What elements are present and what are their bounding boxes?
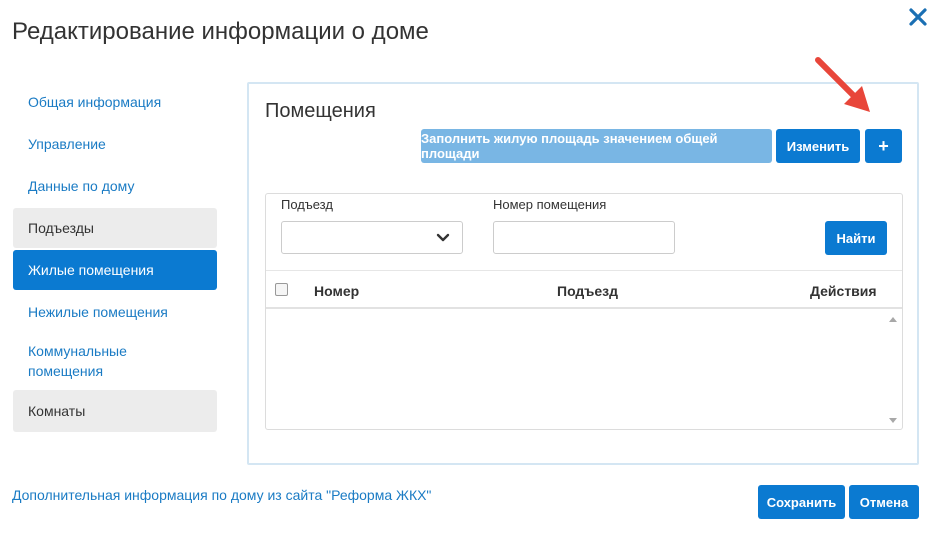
nav-item-management[interactable]: Управление [13, 124, 217, 164]
nav-item-entrances[interactable]: Подъезды [13, 208, 217, 248]
table-scrollbar[interactable] [884, 311, 902, 429]
save-button[interactable]: Сохранить [758, 485, 845, 519]
scroll-up-icon[interactable] [889, 317, 897, 322]
nav-item-house-data[interactable]: Данные по дому [13, 166, 217, 206]
chevron-down-icon [436, 233, 450, 242]
close-icon[interactable] [906, 5, 930, 29]
nav-item-general[interactable]: Общая информация [13, 82, 217, 122]
table-header: Номер Подъезд Действия [266, 270, 902, 309]
scroll-down-icon[interactable] [889, 418, 897, 423]
sidebar-nav: Общая информация Управление Данные по до… [13, 82, 217, 434]
entrance-label: Подъезд [281, 197, 333, 212]
column-number[interactable]: Номер [314, 283, 359, 299]
fill-area-button[interactable]: Заполнить жилую площадь значением общей … [421, 129, 772, 163]
edit-button[interactable]: Изменить [776, 129, 860, 163]
room-number-label: Номер помещения [493, 197, 607, 212]
cancel-button[interactable]: Отмена [849, 485, 919, 519]
select-all-checkbox[interactable] [275, 283, 288, 296]
modal-title: Редактирование информации о доме [12, 18, 429, 45]
panel-title: Помещения [265, 100, 376, 122]
filter-and-table: Подъезд Номер помещения Найти Номер Подъ… [265, 193, 903, 430]
nav-item-nonresidential[interactable]: Нежилые помещения [13, 292, 217, 332]
entrance-select[interactable] [281, 221, 463, 254]
nav-item-communal[interactable]: Коммунальные помещения [13, 334, 153, 388]
reform-info-link[interactable]: Дополнительная информация по дому из сай… [12, 487, 431, 503]
column-actions: Действия [810, 283, 877, 299]
nav-item-residential[interactable]: Жилые помещения [13, 250, 217, 290]
find-button[interactable]: Найти [825, 221, 887, 255]
rooms-panel: Помещения Заполнить жилую площадь значен… [247, 82, 919, 465]
add-button[interactable]: + [865, 129, 902, 163]
column-entrance[interactable]: Подъезд [557, 283, 618, 299]
room-number-input[interactable] [493, 221, 675, 254]
nav-item-rooms[interactable]: Комнаты [13, 390, 217, 432]
annotation-arrow-icon [815, 57, 870, 112]
